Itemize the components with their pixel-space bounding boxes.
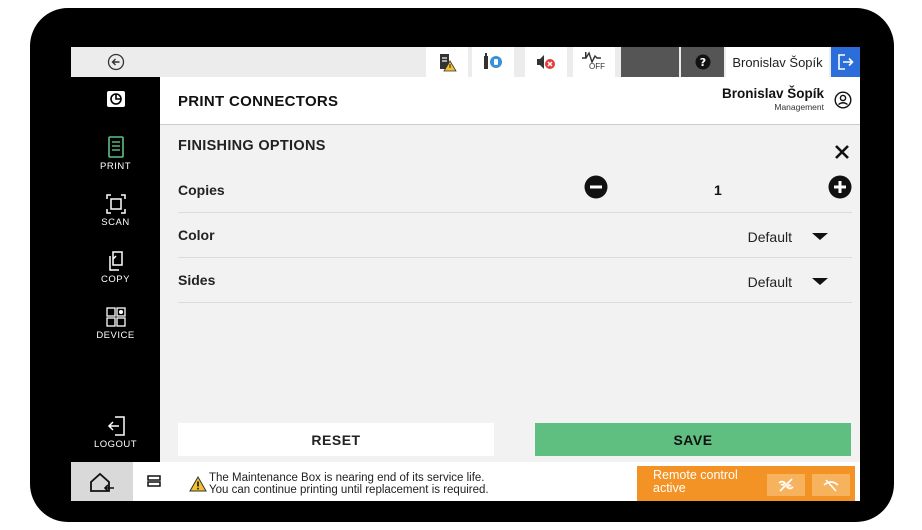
status-message-line: You can continue printing until replacem… [209,484,489,496]
user-avatar-button[interactable] [834,91,852,114]
decrement-icon[interactable] [584,175,608,199]
sign-out-icon [837,54,854,70]
back-arrow-icon [107,53,124,71]
sidebar-item-label: COPY [101,274,130,285]
hide-icon [823,479,839,492]
sound-status-button[interactable] [525,47,567,77]
header-user: Bronislav Šopík Management [722,86,824,112]
copies-value: 1 [714,182,722,198]
user-avatar-icon [834,91,852,109]
job-list-button[interactable] [145,472,163,490]
status-bar: OFF ? Bronislav Šopík [71,47,860,77]
page-header: PRINT CONNECTORS Bronislav Šopík Managem… [160,77,860,125]
supplies-status-button[interactable] [426,47,468,77]
sides-label: Sides [178,272,216,288]
home-icon [90,472,114,492]
sidebar-item-logout[interactable]: LOGOUT [71,416,160,450]
device-screen: OFF ? Bronislav Šopík PRINT SCAN COPY DE… [71,47,860,501]
svg-text:?: ? [699,56,705,69]
sidebar-item-copy[interactable]: COPY [71,251,160,285]
section-title: FINISHING OPTIONS [178,138,326,154]
save-button[interactable]: SAVE [535,423,851,456]
increment-icon[interactable] [828,175,852,199]
remote-control-banner: Remote control active [637,466,855,501]
help-button[interactable]: ? [681,47,724,77]
copy-icon [108,251,123,271]
color-label: Color [178,227,215,243]
color-value: Default [747,229,792,245]
print-icon [107,136,124,158]
copies-row: Copies 1 [178,168,852,213]
close-icon[interactable] [832,142,852,162]
sidebar-logo [71,77,160,121]
sidebar-item-label: PRINT [100,161,131,172]
chevron-down-icon[interactable] [812,233,828,240]
scan-icon [105,194,126,214]
device-icon [105,307,126,327]
sleep-button[interactable] [621,47,679,77]
chevron-down-icon[interactable] [812,278,828,285]
toner-status-icon [484,53,502,69]
sign-out-button[interactable] [831,47,860,77]
sides-value: Default [747,274,792,290]
finishing-options-panel: FINISHING OPTIONS Copies 1 Color Default… [160,125,860,462]
page-title: PRINT CONNECTORS [178,93,339,110]
status-message-line: The Maintenance Box is nearing end of it… [209,472,485,484]
remote-hide-button[interactable] [812,474,850,496]
bottom-bar: The Maintenance Box is nearing end of it… [71,462,860,501]
back-button[interactable] [71,47,160,77]
header-user-role: Management [774,102,824,112]
remote-control-text: Remote control active [653,468,738,495]
help-icon: ? [695,54,710,70]
moon-icon [646,55,653,69]
sidebar-item-label: SCAN [101,217,130,228]
energy-off-label: OFF [589,62,605,71]
home-button[interactable] [71,462,133,501]
warning-icon [189,476,207,492]
sound-muted-icon [537,55,555,69]
sidebar-item-device[interactable]: DEVICE [71,307,160,341]
printer-logo-icon [106,91,125,107]
sidebar-item-print[interactable]: PRINT [71,136,160,172]
sides-row[interactable]: Sides Default [178,258,852,303]
sidebar: PRINT SCAN COPY DEVICE LOGOUT [71,77,160,462]
sidebar-item-label: LOGOUT [93,439,138,450]
remote-disconnect-button[interactable] [767,474,805,496]
color-row[interactable]: Color Default [178,213,852,258]
logout-icon [107,416,125,436]
header-user-name: Bronislav Šopík [721,86,824,101]
status-message: The Maintenance Box is nearing end of it… [209,472,489,496]
topbar-user-name[interactable]: Bronislav Šopík [726,47,829,77]
sidebar-item-label: DEVICE [96,330,135,341]
reset-button[interactable]: RESET [178,423,494,456]
energy-status-button[interactable]: OFF [573,47,615,77]
supplies-warning-icon [440,54,457,72]
sidebar-item-scan[interactable]: SCAN [71,194,160,228]
job-list-icon [147,475,161,487]
copies-label: Copies [178,182,225,198]
disconnect-icon [778,478,794,492]
toner-status-button[interactable] [472,47,514,77]
